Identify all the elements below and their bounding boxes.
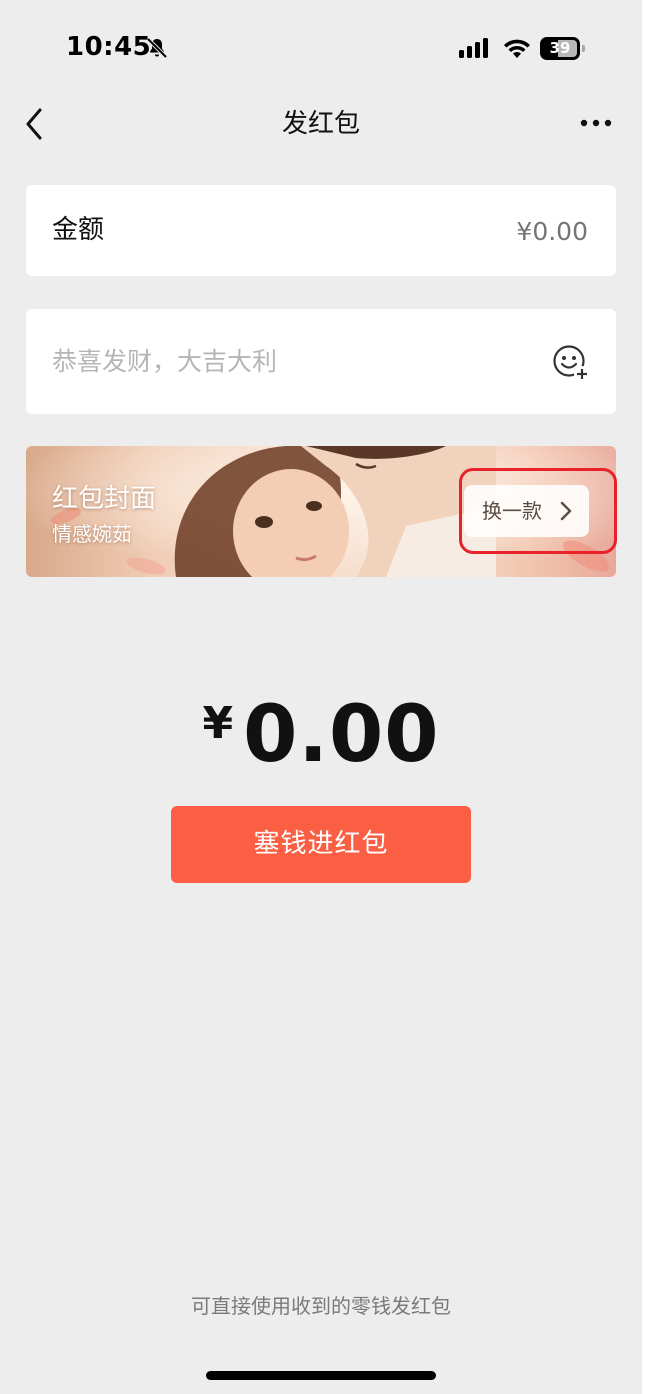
- cover-banner[interactable]: 红包封面 情感婉茹 换一款: [26, 446, 616, 577]
- cover-subtitle: 情感婉茹: [52, 522, 132, 546]
- total-currency: ¥: [202, 698, 234, 749]
- amount-label: 金额: [52, 215, 105, 245]
- total-value: 0.00: [243, 690, 440, 780]
- change-cover-button[interactable]: 换一款: [464, 485, 589, 537]
- status-bar: 10:45 39: [0, 0, 642, 96]
- cover-title: 红包封面: [52, 484, 157, 514]
- right-edge: [642, 0, 648, 1394]
- greeting-input[interactable]: 恭喜发财，大吉大利: [52, 309, 532, 414]
- amount-input[interactable]: [366, 185, 590, 278]
- amount-card: 金额: [26, 185, 616, 278]
- greeting-card: 恭喜发财，大吉大利: [26, 309, 616, 414]
- wifi-icon: [504, 39, 530, 58]
- total-amount: ¥0.00: [0, 690, 642, 780]
- battery-level: 39: [549, 39, 571, 57]
- home-indicator: [206, 1371, 436, 1380]
- emoji-add-icon[interactable]: [551, 343, 591, 383]
- footer-note: 可直接使用收到的零钱发红包: [191, 1294, 451, 1318]
- page-title: 发红包: [281, 109, 360, 139]
- signal-icon: [459, 38, 488, 58]
- more-dots-icon[interactable]: [576, 110, 616, 136]
- status-time: 10:45: [66, 32, 152, 62]
- bell-off-icon: [146, 37, 168, 59]
- change-cover-label: 换一款: [482, 499, 542, 523]
- battery-icon: 39: [540, 37, 586, 60]
- submit-button[interactable]: 塞钱进红包: [171, 806, 471, 883]
- chevron-right-icon: [560, 501, 572, 521]
